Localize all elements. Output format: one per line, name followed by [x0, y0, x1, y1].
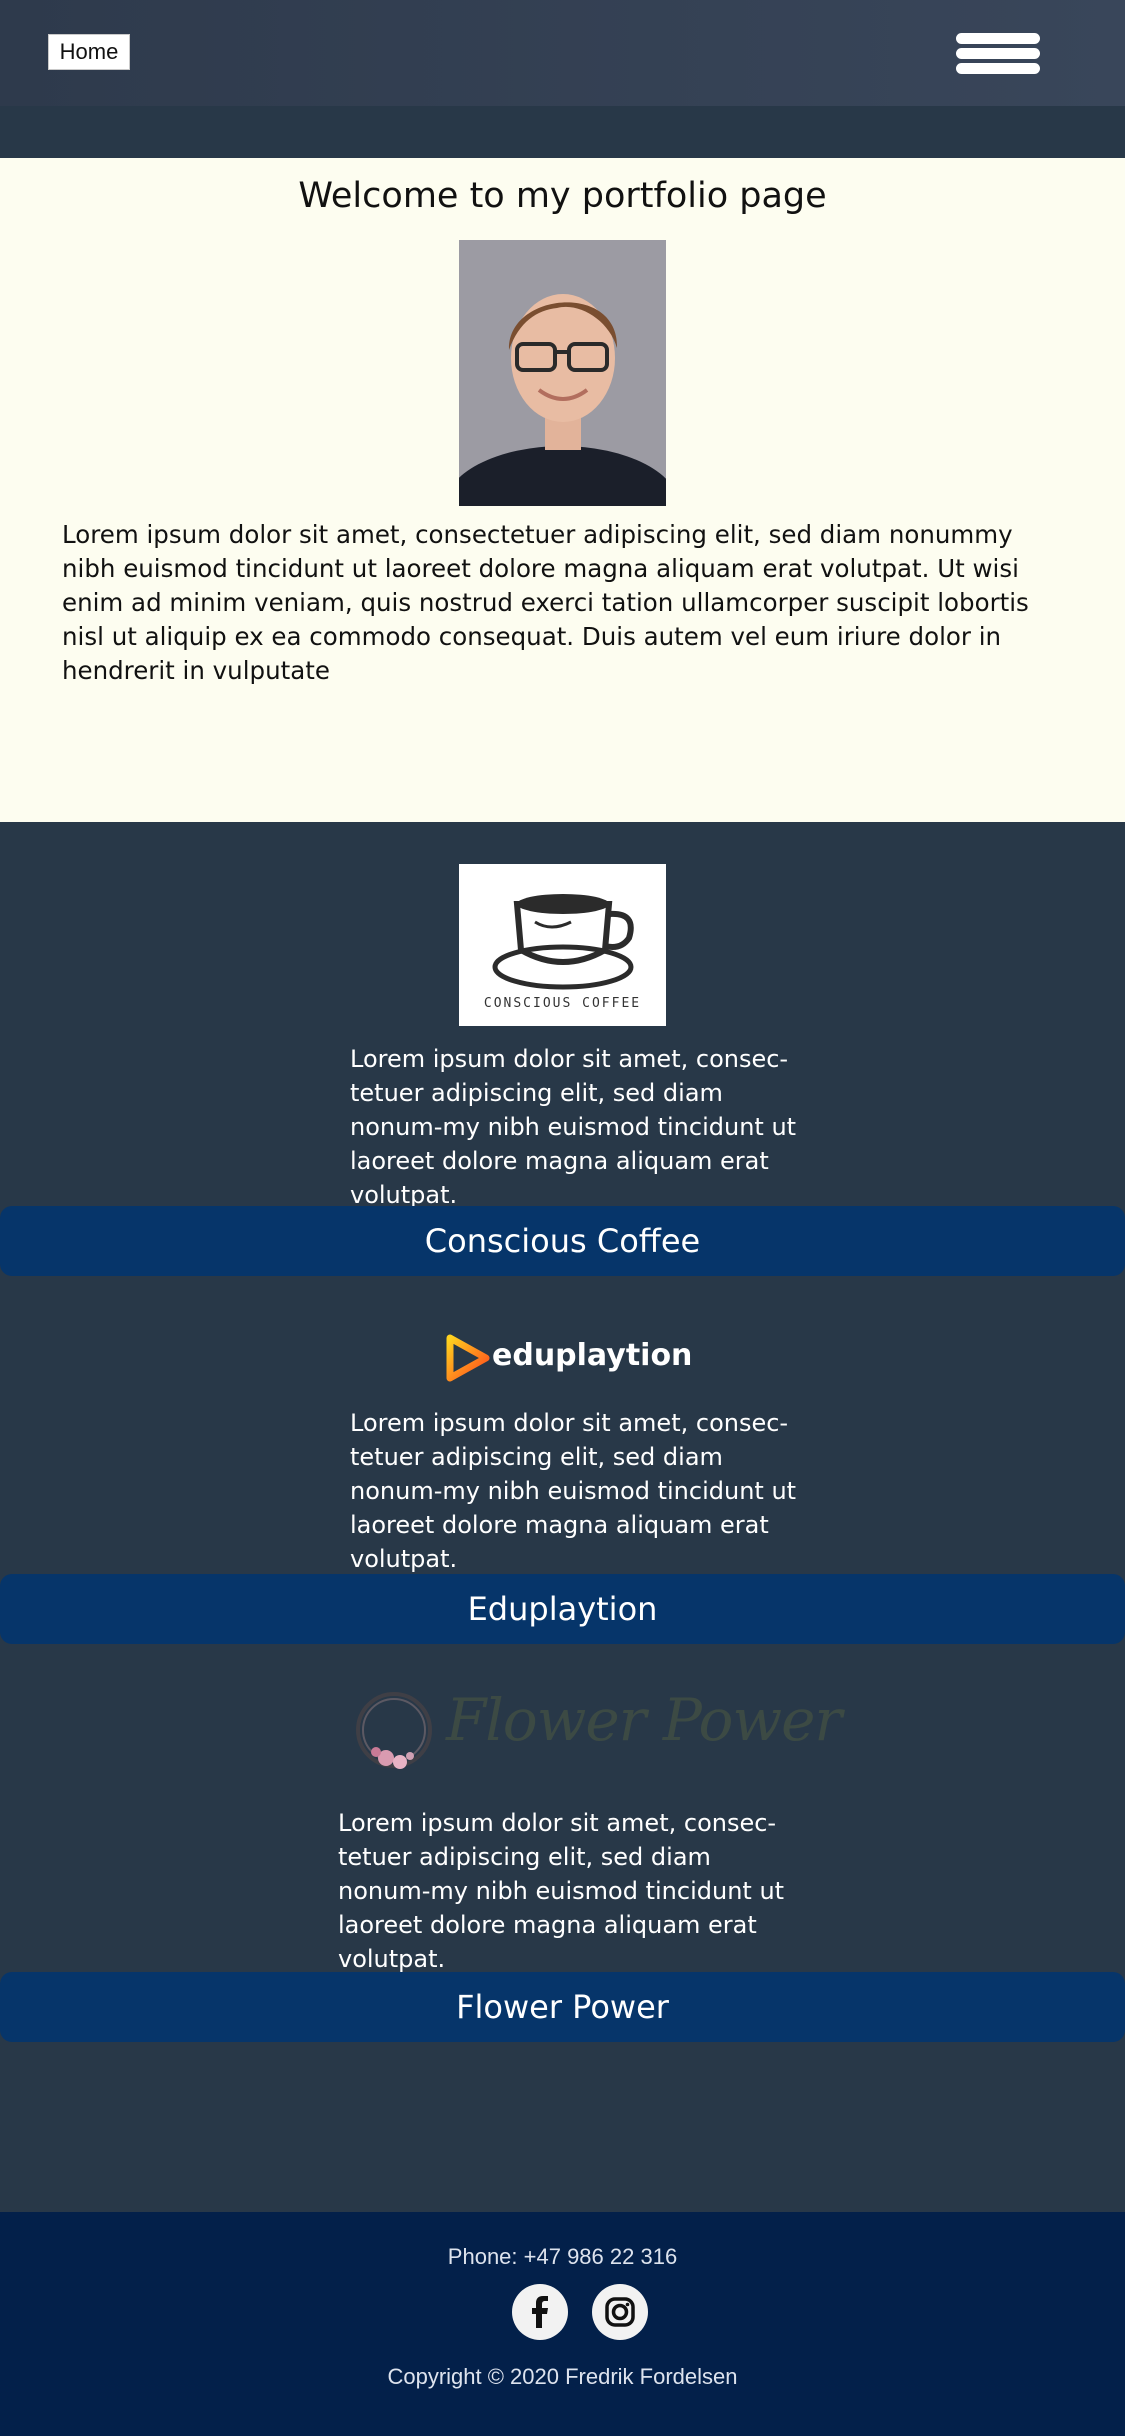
- coffee-logo-text: CONSCIOUS COFFEE: [483, 996, 642, 1011]
- projects-section: CONSCIOUS COFFEE Lorem ipsum dolor sit a…: [0, 822, 1125, 2212]
- instagram-icon[interactable]: [592, 2284, 648, 2340]
- eduplaytion-description: Lorem ipsum dolor sit amet, consec-tetue…: [350, 1409, 797, 1573]
- conscious-coffee-button[interactable]: Conscious Coffee: [0, 1206, 1125, 1276]
- flower-power-description: Lorem ipsum dolor sit amet, consec-tetue…: [338, 1809, 785, 1973]
- conscious-coffee-logo: CONSCIOUS COFFEE: [459, 864, 666, 1026]
- facebook-icon[interactable]: [512, 2284, 568, 2340]
- play-triangle-icon: [446, 1334, 490, 1382]
- hamburger-menu-icon[interactable]: [956, 33, 1040, 75]
- conscious-coffee-description: Lorem ipsum dolor sit amet, consec-tetue…: [350, 1045, 797, 1209]
- home-button[interactable]: Home: [48, 34, 130, 70]
- menu-line: [956, 63, 1040, 74]
- intro-paragraph: Lorem ipsum dolor sit amet, consectetuer…: [62, 520, 1029, 685]
- footer: Phone: +47 986 22 316 Copyright © 2020 F…: [0, 2212, 1125, 2436]
- portrait-photo: [459, 240, 666, 506]
- flower-power-logo: Flower Power: [350, 1680, 842, 1780]
- copyright-text: Copyright © 2020 Fredrik Fordelsen: [387, 2364, 738, 2389]
- page-title: Welcome to my portfolio page: [298, 176, 827, 216]
- eduplaytion-button[interactable]: Eduplaytion: [0, 1574, 1125, 1644]
- flower-wreath-icon: [356, 1692, 432, 1769]
- eduplaytion-logo: eduplaytion: [446, 1334, 692, 1384]
- top-navbar: Home: [0, 0, 1125, 106]
- menu-line: [956, 33, 1040, 44]
- flower-power-logo-text: Flower Power: [446, 1686, 842, 1754]
- menu-line: [956, 48, 1040, 59]
- flower-power-button[interactable]: Flower Power: [0, 1972, 1125, 2042]
- intro-section: Welcome to my portfolio page Lorem ipsum…: [0, 158, 1125, 822]
- header-divider-strip: [0, 106, 1125, 158]
- phone-number: Phone: +47 986 22 316: [447, 2244, 678, 2269]
- eduplaytion-logo-text: eduplaytion: [492, 1338, 693, 1373]
